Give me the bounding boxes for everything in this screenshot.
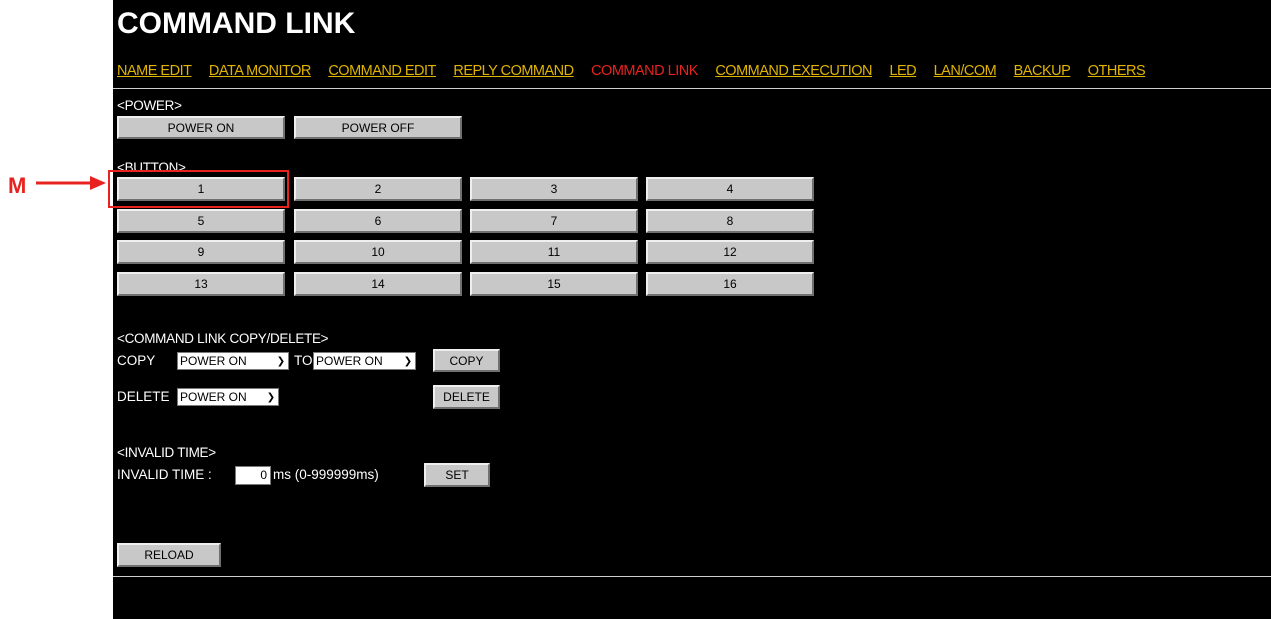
power-on-button[interactable]: POWER ON [117,116,285,139]
copy-button[interactable]: COPY [433,349,500,372]
annotation-highlight-box [108,170,289,208]
button-9[interactable]: 9 [117,240,285,264]
button-2[interactable]: 2 [294,177,462,201]
nav-link-name-edit[interactable]: NAME EDIT [117,63,192,79]
nav-link-led[interactable]: LED [889,63,916,79]
button-13[interactable]: 13 [117,272,285,296]
button-7[interactable]: 7 [470,209,638,233]
delete-button[interactable]: DELETE [433,385,500,409]
button-5[interactable]: 5 [117,209,285,233]
page-title: COMMAND LINK [117,7,356,40]
button-15[interactable]: 15 [470,272,638,296]
button-6[interactable]: 6 [294,209,462,233]
nav-link-lan-com[interactable]: LAN/COM [934,63,997,79]
delete-target-value: POWER ON [180,390,247,404]
section-label-copy-delete: <COMMAND LINK COPY/DELETE> [117,331,329,346]
to-label: TO [294,353,313,368]
copy-label: COPY [117,353,156,368]
nav-link-command-execution[interactable]: COMMAND EXECUTION [715,63,872,79]
nav-link-command-edit[interactable]: COMMAND EDIT [328,63,436,79]
section-label-invalid-time: <INVALID TIME> [117,445,216,460]
copy-to-value: POWER ON [316,354,383,368]
button-12[interactable]: 12 [646,240,814,264]
copy-from-select[interactable]: POWER ON ❯ [177,352,289,370]
nav-link-data-monitor[interactable]: DATA MONITOR [209,63,311,79]
nav-link-others[interactable]: OTHERS [1088,63,1146,79]
section-label-power: <POWER> [117,98,182,113]
nav-link-reply-command[interactable]: REPLY COMMAND [453,63,574,79]
delete-label: DELETE [117,389,170,404]
invalid-time-input[interactable]: 0 [235,466,271,485]
button-4[interactable]: 4 [646,177,814,201]
button-8[interactable]: 8 [646,209,814,233]
annotation-arrow-icon [36,176,106,190]
button-14[interactable]: 14 [294,272,462,296]
delete-target-select[interactable]: POWER ON ❯ [177,388,279,406]
button-11[interactable]: 11 [470,240,638,264]
nav-link-backup[interactable]: BACKUP [1014,63,1071,79]
nav-link-command-link[interactable]: COMMAND LINK [591,63,698,79]
button-3[interactable]: 3 [470,177,638,201]
power-off-button[interactable]: POWER OFF [294,116,462,139]
copy-from-value: POWER ON [180,354,247,368]
chevron-down-icon: ❯ [276,355,286,367]
main-panel: COMMAND LINK NAME EDIT DATA MONITOR COMM… [113,0,1271,619]
button-10[interactable]: 10 [294,240,462,264]
top-nav: NAME EDIT DATA MONITOR COMMAND EDIT REPL… [117,62,1158,82]
invalid-time-unit: ms (0-999999ms) [273,467,379,482]
set-button[interactable]: SET [424,463,490,487]
reload-button[interactable]: RELOAD [117,543,221,567]
copy-to-select[interactable]: POWER ON ❯ [313,352,416,370]
invalid-time-label: INVALID TIME : [117,467,212,482]
divider-bottom [113,576,1271,577]
annotation-label: M [8,173,27,198]
chevron-down-icon: ❯ [403,355,413,367]
divider-top [113,88,1271,89]
chevron-down-icon: ❯ [266,391,276,403]
button-16[interactable]: 16 [646,272,814,296]
